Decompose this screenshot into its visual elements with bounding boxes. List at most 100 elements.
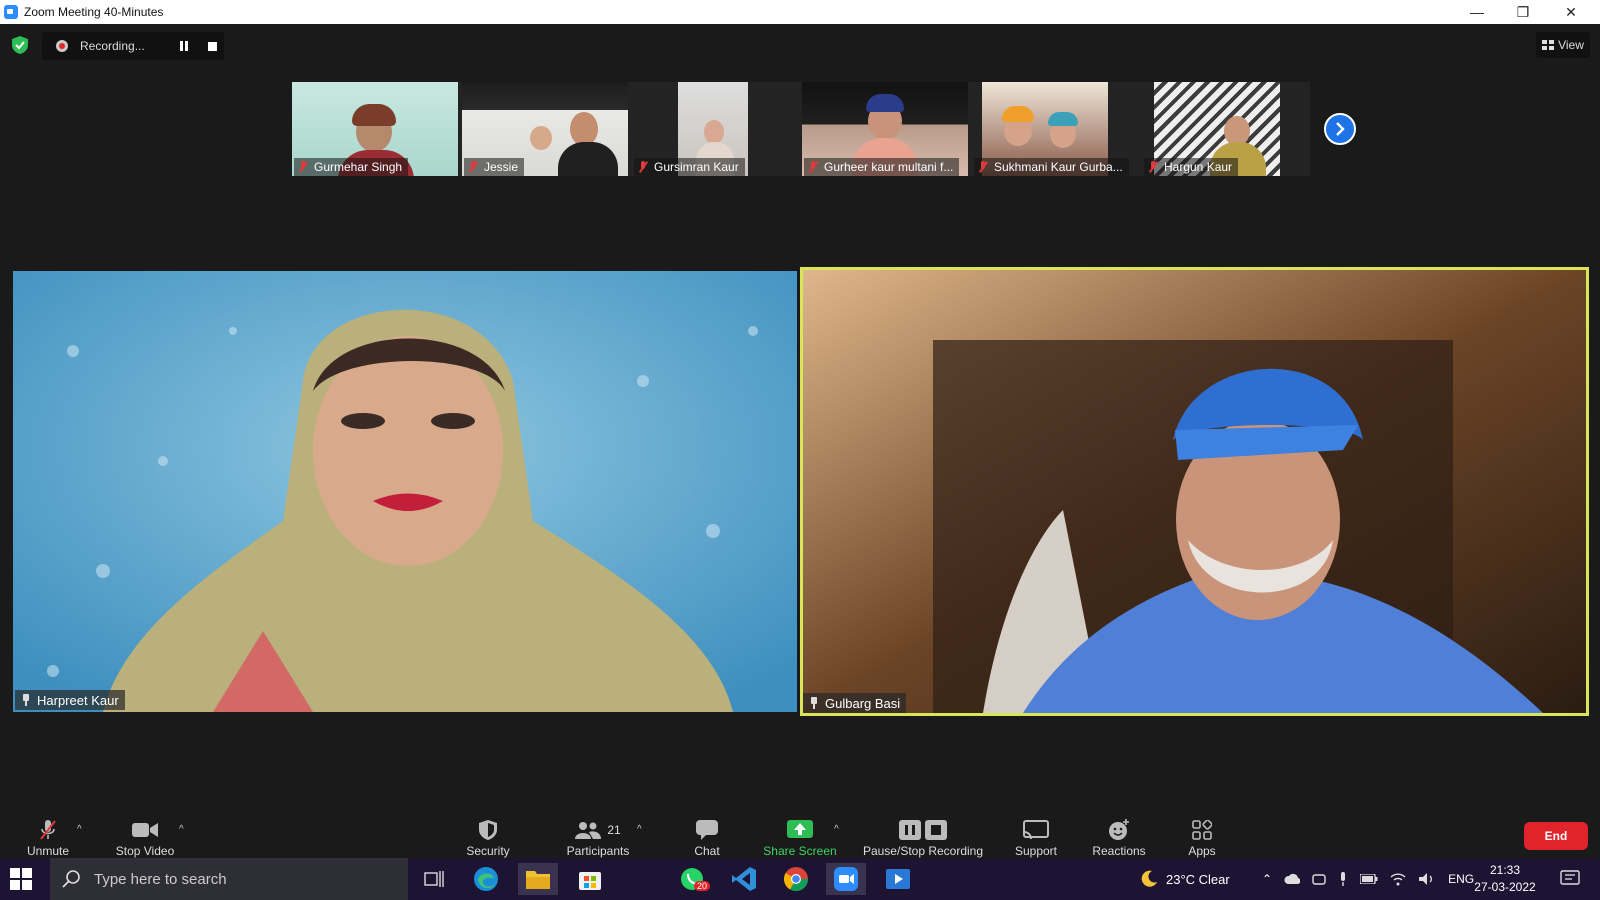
clock-time: 21:33 xyxy=(1489,863,1521,877)
video-feed xyxy=(803,270,1586,713)
participant-thumb[interactable]: Jessie xyxy=(462,82,628,176)
participant-strip: Gurmehar Singh Jessie Gursimran Kaur Gur… xyxy=(292,82,1310,176)
muted-mic-icon xyxy=(298,161,308,173)
whatsapp-icon[interactable]: 20 xyxy=(672,863,712,895)
share-options-caret[interactable]: ^ xyxy=(834,824,839,835)
clock-date: 27-03-2022 xyxy=(1474,880,1536,894)
participant-thumb[interactable]: Gursimran Kaur xyxy=(632,82,798,176)
pause-stop-recording-button[interactable]: Pause/Stop Recording xyxy=(858,816,988,858)
grid-view-icon xyxy=(1542,40,1555,50)
cast-screen-icon xyxy=(1023,820,1049,840)
microphone-tray-icon[interactable] xyxy=(1338,872,1348,886)
microsoft-store-icon[interactable] xyxy=(570,863,610,895)
recording-indicator: Recording... xyxy=(42,32,224,60)
participant-name-tag: Gurmehar Singh xyxy=(294,158,409,176)
participant-name-tag: Jessie xyxy=(464,158,525,176)
wifi-icon[interactable] xyxy=(1390,872,1406,886)
participants-options-caret[interactable]: ^ xyxy=(637,824,642,835)
video-tile-gulbarg-basi[interactable]: Gulbarg Basi xyxy=(800,267,1589,716)
unmute-button[interactable]: Unmute xyxy=(20,816,76,858)
video-tile-harpreet-kaur[interactable]: Harpreet Kaur xyxy=(13,271,797,712)
participants-icon xyxy=(575,822,602,839)
smiley-face-icon xyxy=(1109,819,1129,840)
chat-bubble-icon xyxy=(696,820,718,840)
muted-mic-icon xyxy=(808,161,818,173)
pause-icon xyxy=(899,820,921,840)
chevron-up-icon[interactable]: ⌃ xyxy=(1262,872,1272,886)
participant-name-tag: Gurheer kaur multani f... xyxy=(804,158,960,176)
participant-thumb[interactable]: Hargun Kaur xyxy=(1142,82,1308,176)
media-player-icon[interactable] xyxy=(878,863,918,895)
search-icon xyxy=(62,870,80,888)
vscode-icon[interactable] xyxy=(724,863,764,895)
share-screen-button[interactable]: Share Screen xyxy=(762,816,838,858)
participant-name-tag: Sukhmani Kaur Gurba... xyxy=(974,158,1129,176)
recording-dot-icon xyxy=(56,40,68,52)
window-title: Zoom Meeting 40-Minutes xyxy=(24,5,164,19)
muted-microphone-icon xyxy=(40,820,56,840)
muted-mic-icon xyxy=(468,161,478,173)
pin-icon xyxy=(21,694,31,706)
view-label: View xyxy=(1558,38,1584,52)
muted-mic-icon xyxy=(1148,161,1158,173)
muted-mic-icon xyxy=(978,161,988,173)
stop-recording-icon[interactable] xyxy=(208,42,217,51)
share-screen-icon xyxy=(787,820,813,838)
zoom-app-icon xyxy=(4,5,18,19)
security-button[interactable]: Security xyxy=(458,816,518,858)
stop-icon xyxy=(925,820,947,840)
participant-thumb[interactable]: Sukhmani Kaur Gurba... xyxy=(972,82,1138,176)
file-explorer-icon[interactable] xyxy=(518,863,558,895)
battery-icon[interactable] xyxy=(1360,874,1378,884)
edge-browser-icon[interactable] xyxy=(466,863,506,895)
video-camera-icon xyxy=(132,823,158,837)
moon-icon xyxy=(1141,870,1157,887)
task-view-icon[interactable] xyxy=(414,863,454,895)
weather-widget[interactable]: 23°C Clear xyxy=(1140,858,1230,900)
video-feed xyxy=(13,271,797,712)
support-button[interactable]: Support xyxy=(1008,816,1064,858)
pin-icon xyxy=(809,697,819,709)
window-titlebar: Zoom Meeting 40-Minutes — ❐ ✕ xyxy=(0,0,1600,24)
end-meeting-button[interactable]: End xyxy=(1524,822,1588,850)
zoom-app-taskbar-icon[interactable] xyxy=(826,863,866,895)
close-button[interactable]: ✕ xyxy=(1548,0,1594,24)
notifications-icon[interactable] xyxy=(1552,863,1588,895)
chevron-right-icon xyxy=(1336,122,1345,136)
notification-badge: 20 xyxy=(694,881,711,891)
security-shield-icon xyxy=(479,820,497,840)
pause-recording-icon[interactable] xyxy=(179,41,189,51)
chat-button[interactable]: Chat xyxy=(684,816,730,858)
apps-button[interactable]: Apps xyxy=(1180,816,1224,858)
windows-start-button[interactable] xyxy=(10,868,32,890)
encryption-shield-icon[interactable] xyxy=(12,36,28,54)
reactions-button[interactable]: Reactions xyxy=(1088,816,1150,858)
volume-icon[interactable] xyxy=(1418,872,1436,886)
apps-icon xyxy=(1192,820,1212,840)
system-tray: ⌃ ENG xyxy=(1262,858,1474,900)
view-button[interactable]: View xyxy=(1536,32,1590,58)
recording-label: Recording... xyxy=(80,39,145,53)
meeting-toolbar: Unmute ^ Stop Video ^ Security 21 Partic… xyxy=(0,816,1600,858)
taskbar-clock[interactable]: 21:33 27-03-2022 xyxy=(1470,862,1540,896)
video-options-caret[interactable]: ^ xyxy=(179,824,184,835)
participant-name-tag: Gursimran Kaur xyxy=(634,158,745,176)
taskbar-search-box[interactable]: Type here to search xyxy=(50,858,408,900)
minimize-button[interactable]: — xyxy=(1454,0,1500,24)
participant-thumb[interactable]: Gurheer kaur multani f... xyxy=(802,82,968,176)
participants-count: 21 xyxy=(607,823,621,837)
stop-video-button[interactable]: Stop Video xyxy=(110,816,180,858)
participant-name-tag: Harpreet Kaur xyxy=(15,690,125,710)
audio-options-caret[interactable]: ^ xyxy=(77,824,82,835)
search-placeholder: Type here to search xyxy=(94,870,227,888)
meeting-area: Recording... View Gurmehar Singh Jessie xyxy=(0,24,1600,816)
participants-button[interactable]: 21 Participants xyxy=(560,816,636,858)
meet-now-icon[interactable] xyxy=(1312,872,1326,886)
restore-button[interactable]: ❐ xyxy=(1500,0,1546,24)
chrome-browser-icon[interactable] xyxy=(776,863,816,895)
cloud-icon[interactable] xyxy=(1284,873,1301,885)
participant-name-tag: Gulbarg Basi xyxy=(803,693,907,713)
next-page-button[interactable] xyxy=(1324,113,1356,145)
participant-thumb[interactable]: Gurmehar Singh xyxy=(292,82,458,176)
windows-taskbar: Type here to search 20 23°C Clear ⌃ ENG … xyxy=(0,858,1600,900)
